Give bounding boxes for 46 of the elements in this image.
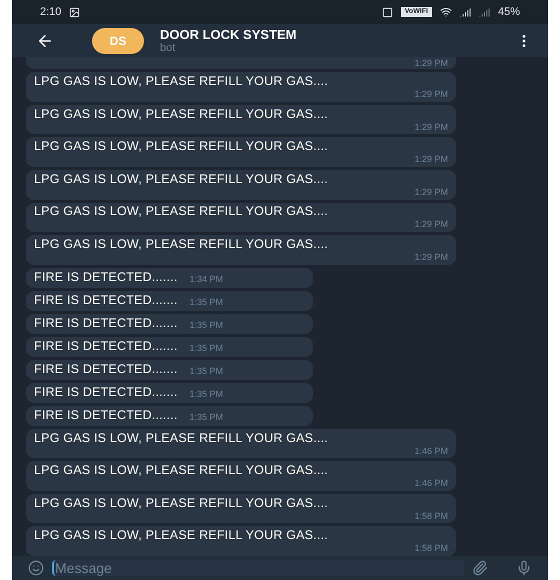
message-text: LPG GAS IS LOW, PLEASE REFILL YOUR GAS.... xyxy=(34,172,329,187)
message-text: LPG GAS IS LOW, PLEASE REFILL YOUR GAS.... xyxy=(34,204,329,220)
message-time: 1:35 PM xyxy=(190,364,224,378)
message-text: LPG GAS IS LOW, PLEASE REFILL YOUR GAS.... xyxy=(34,236,329,252)
message-text: LPG GAS IS LOW, PLEASE REFILL YOUR GAS.... xyxy=(34,139,329,154)
square-icon xyxy=(382,6,393,18)
message-text: FIRE IS DETECTED....... xyxy=(34,269,178,286)
message-time: 1:35 PM xyxy=(190,318,224,332)
message-text: LPG GAS IS LOW, PLEASE REFILL YOUR GAS.... xyxy=(34,528,329,544)
message-text: LPG GAS IS LOW, PLEASE REFILL YOUR GAS.... xyxy=(34,496,329,511)
microphone-icon[interactable] xyxy=(516,560,532,576)
message-text: FIRE IS DETECTED....... xyxy=(34,338,178,356)
chat-title: DOOR LOCK SYSTEM xyxy=(160,27,297,42)
message-time: 1:58 PM xyxy=(414,543,448,554)
message-time: 1:35 PM xyxy=(190,296,224,309)
message-text: LPG GAS IS LOW, PLEASE REFILL YOUR GAS.... xyxy=(34,106,329,122)
message-time: 1:29 PM xyxy=(414,252,448,263)
message-text: LPG GAS IS LOW, PLEASE REFILL YOUR GAS.... xyxy=(34,430,329,446)
message-time: 1:58 PM xyxy=(414,510,448,522)
status-time: 2:10 xyxy=(40,4,62,20)
message-time: 1:29 PM xyxy=(414,219,448,230)
chat-subtitle: bot xyxy=(160,42,176,54)
message-time: 1:29 PM xyxy=(414,122,448,133)
message-time: 1:34 PM xyxy=(190,272,224,286)
message-text: FIRE IS DETECTED....... xyxy=(34,361,178,378)
message-text: FIRE IS DETECTED....... xyxy=(34,384,178,402)
avatar: DS xyxy=(92,28,144,54)
battery-level: 45% xyxy=(498,4,520,20)
image-icon xyxy=(69,6,80,18)
message-time: 1:35 PM xyxy=(190,411,224,424)
attach-icon[interactable] xyxy=(472,560,488,576)
message-time: 1:46 PM xyxy=(414,446,448,457)
message-text: FIRE IS DETECTED....... xyxy=(34,315,178,332)
message-time: 1:29 PM xyxy=(414,89,448,100)
message-field[interactable]: Message xyxy=(52,560,464,576)
message-time: 1:29 PM xyxy=(414,57,448,70)
message-time: 1:35 PM xyxy=(190,388,224,401)
message-time: 1:35 PM xyxy=(190,342,224,355)
message-time: 1:29 PM xyxy=(414,154,448,166)
message-text: FIRE IS DETECTED....... xyxy=(34,407,178,424)
message-text: LPG GAS IS LOW, PLEASE REFILL YOUR GAS.... xyxy=(34,74,329,90)
message-text: FIRE IS DETECTED....... xyxy=(34,292,178,310)
message-text: LPG GAS IS LOW, PLEASE REFILL YOUR GAS.... xyxy=(34,463,329,478)
message-time: 1:29 PM xyxy=(414,186,448,198)
message-time: 1:46 PM xyxy=(414,478,448,490)
emoji-icon[interactable] xyxy=(28,560,44,576)
